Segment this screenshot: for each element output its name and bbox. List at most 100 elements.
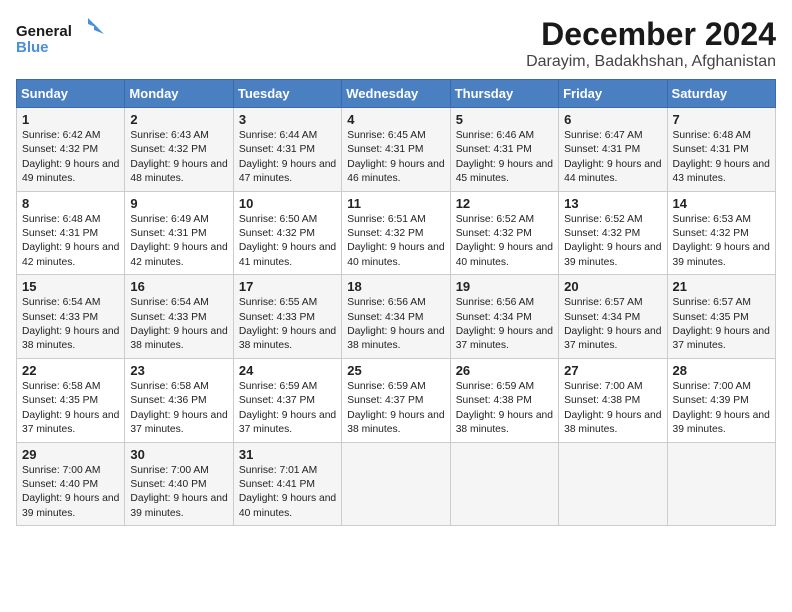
- daylight-label: Daylight: 9 hours and 38 minutes.: [22, 326, 119, 351]
- day-info: Sunrise: 6:57 AM Sunset: 4:35 PM Dayligh…: [673, 296, 770, 354]
- sunset-label: Sunset: 4:32 PM: [673, 228, 749, 239]
- weekday-header-saturday: Saturday: [667, 80, 775, 108]
- sunset-label: Sunset: 4:31 PM: [22, 228, 98, 239]
- calendar-cell: [559, 442, 667, 526]
- day-info: Sunrise: 6:48 AM Sunset: 4:31 PM Dayligh…: [673, 129, 770, 187]
- sunset-label: Sunset: 4:32 PM: [564, 228, 640, 239]
- weekday-header-thursday: Thursday: [450, 80, 558, 108]
- calendar-cell: [450, 442, 558, 526]
- calendar-cell: 15 Sunrise: 6:54 AM Sunset: 4:33 PM Dayl…: [17, 275, 125, 359]
- month-title: December 2024: [526, 16, 776, 53]
- calendar-cell: 18 Sunrise: 6:56 AM Sunset: 4:34 PM Dayl…: [342, 275, 450, 359]
- calendar-cell: 11 Sunrise: 6:51 AM Sunset: 4:32 PM Dayl…: [342, 191, 450, 275]
- daylight-label: Daylight: 9 hours and 38 minutes.: [456, 410, 553, 435]
- sunset-label: Sunset: 4:37 PM: [347, 395, 423, 406]
- sunrise-label: Sunrise: 7:00 AM: [564, 381, 642, 392]
- location-title: Darayim, Badakhshan, Afghanistan: [526, 53, 776, 71]
- day-number: 22: [22, 363, 119, 378]
- sunrise-label: Sunrise: 6:48 AM: [22, 214, 100, 225]
- daylight-label: Daylight: 9 hours and 38 minutes.: [564, 410, 661, 435]
- daylight-label: Daylight: 9 hours and 47 minutes.: [239, 159, 336, 184]
- daylight-label: Daylight: 9 hours and 39 minutes.: [673, 242, 770, 267]
- day-info: Sunrise: 7:00 AM Sunset: 4:40 PM Dayligh…: [22, 464, 119, 522]
- day-info: Sunrise: 7:00 AM Sunset: 4:38 PM Dayligh…: [564, 380, 661, 438]
- weekday-header-friday: Friday: [559, 80, 667, 108]
- day-info: Sunrise: 6:42 AM Sunset: 4:32 PM Dayligh…: [22, 129, 119, 187]
- sunrise-label: Sunrise: 6:58 AM: [22, 381, 100, 392]
- day-number: 7: [673, 112, 770, 127]
- day-number: 24: [239, 363, 336, 378]
- calendar-cell: 1 Sunrise: 6:42 AM Sunset: 4:32 PM Dayli…: [17, 108, 125, 192]
- day-number: 29: [22, 447, 119, 462]
- daylight-label: Daylight: 9 hours and 38 minutes.: [130, 326, 227, 351]
- calendar-cell: 2 Sunrise: 6:43 AM Sunset: 4:32 PM Dayli…: [125, 108, 233, 192]
- title-area: December 2024 Darayim, Badakhshan, Afgha…: [526, 16, 776, 71]
- daylight-label: Daylight: 9 hours and 44 minutes.: [564, 159, 661, 184]
- day-number: 31: [239, 447, 336, 462]
- daylight-label: Daylight: 9 hours and 49 minutes.: [22, 159, 119, 184]
- sunset-label: Sunset: 4:31 PM: [564, 144, 640, 155]
- sunset-label: Sunset: 4:39 PM: [673, 395, 749, 406]
- day-number: 10: [239, 196, 336, 211]
- sunset-label: Sunset: 4:41 PM: [239, 479, 315, 490]
- day-info: Sunrise: 6:46 AM Sunset: 4:31 PM Dayligh…: [456, 129, 553, 187]
- sunrise-label: Sunrise: 6:57 AM: [673, 297, 751, 308]
- calendar-cell: 14 Sunrise: 6:53 AM Sunset: 4:32 PM Dayl…: [667, 191, 775, 275]
- daylight-label: Daylight: 9 hours and 37 minutes.: [564, 326, 661, 351]
- day-number: 3: [239, 112, 336, 127]
- day-info: Sunrise: 6:57 AM Sunset: 4:34 PM Dayligh…: [564, 296, 661, 354]
- day-info: Sunrise: 6:53 AM Sunset: 4:32 PM Dayligh…: [673, 213, 770, 271]
- weekday-header-wednesday: Wednesday: [342, 80, 450, 108]
- sunrise-label: Sunrise: 6:56 AM: [347, 297, 425, 308]
- sunrise-label: Sunrise: 6:51 AM: [347, 214, 425, 225]
- day-info: Sunrise: 6:54 AM Sunset: 4:33 PM Dayligh…: [22, 296, 119, 354]
- daylight-label: Daylight: 9 hours and 38 minutes.: [239, 326, 336, 351]
- day-number: 14: [673, 196, 770, 211]
- sunset-label: Sunset: 4:37 PM: [239, 395, 315, 406]
- svg-text:Blue: Blue: [16, 39, 49, 56]
- day-info: Sunrise: 7:01 AM Sunset: 4:41 PM Dayligh…: [239, 464, 336, 522]
- weekday-header-tuesday: Tuesday: [233, 80, 341, 108]
- sunset-label: Sunset: 4:32 PM: [130, 144, 206, 155]
- calendar-cell: [342, 442, 450, 526]
- day-number: 12: [456, 196, 553, 211]
- daylight-label: Daylight: 9 hours and 42 minutes.: [130, 242, 227, 267]
- calendar-cell: 31 Sunrise: 7:01 AM Sunset: 4:41 PM Dayl…: [233, 442, 341, 526]
- logo-svg: General Blue: [16, 16, 106, 61]
- sunrise-label: Sunrise: 6:50 AM: [239, 214, 317, 225]
- sunset-label: Sunset: 4:33 PM: [239, 312, 315, 323]
- calendar-cell: 10 Sunrise: 6:50 AM Sunset: 4:32 PM Dayl…: [233, 191, 341, 275]
- sunrise-label: Sunrise: 7:01 AM: [239, 465, 317, 476]
- day-number: 19: [456, 279, 553, 294]
- day-info: Sunrise: 6:49 AM Sunset: 4:31 PM Dayligh…: [130, 213, 227, 271]
- svg-text:General: General: [16, 23, 72, 40]
- daylight-label: Daylight: 9 hours and 39 minutes.: [673, 410, 770, 435]
- day-info: Sunrise: 6:45 AM Sunset: 4:31 PM Dayligh…: [347, 129, 444, 187]
- day-number: 6: [564, 112, 661, 127]
- sunrise-label: Sunrise: 6:52 AM: [456, 214, 534, 225]
- calendar-cell: 29 Sunrise: 7:00 AM Sunset: 4:40 PM Dayl…: [17, 442, 125, 526]
- day-info: Sunrise: 7:00 AM Sunset: 4:40 PM Dayligh…: [130, 464, 227, 522]
- sunrise-label: Sunrise: 6:42 AM: [22, 130, 100, 141]
- sunset-label: Sunset: 4:33 PM: [130, 312, 206, 323]
- day-info: Sunrise: 6:59 AM Sunset: 4:38 PM Dayligh…: [456, 380, 553, 438]
- sunrise-label: Sunrise: 6:54 AM: [130, 297, 208, 308]
- sunset-label: Sunset: 4:31 PM: [130, 228, 206, 239]
- sunrise-label: Sunrise: 7:00 AM: [22, 465, 100, 476]
- day-number: 25: [347, 363, 444, 378]
- calendar-cell: 28 Sunrise: 7:00 AM Sunset: 4:39 PM Dayl…: [667, 358, 775, 442]
- calendar-cell: 21 Sunrise: 6:57 AM Sunset: 4:35 PM Dayl…: [667, 275, 775, 359]
- sunrise-label: Sunrise: 7:00 AM: [130, 465, 208, 476]
- sunset-label: Sunset: 4:38 PM: [564, 395, 640, 406]
- weekday-header-monday: Monday: [125, 80, 233, 108]
- daylight-label: Daylight: 9 hours and 37 minutes.: [22, 410, 119, 435]
- calendar-cell: 17 Sunrise: 6:55 AM Sunset: 4:33 PM Dayl…: [233, 275, 341, 359]
- sunset-label: Sunset: 4:35 PM: [22, 395, 98, 406]
- calendar-cell: [667, 442, 775, 526]
- sunset-label: Sunset: 4:31 PM: [239, 144, 315, 155]
- sunset-label: Sunset: 4:40 PM: [22, 479, 98, 490]
- day-number: 28: [673, 363, 770, 378]
- sunrise-label: Sunrise: 6:49 AM: [130, 214, 208, 225]
- sunrise-label: Sunrise: 6:59 AM: [456, 381, 534, 392]
- calendar-cell: 20 Sunrise: 6:57 AM Sunset: 4:34 PM Dayl…: [559, 275, 667, 359]
